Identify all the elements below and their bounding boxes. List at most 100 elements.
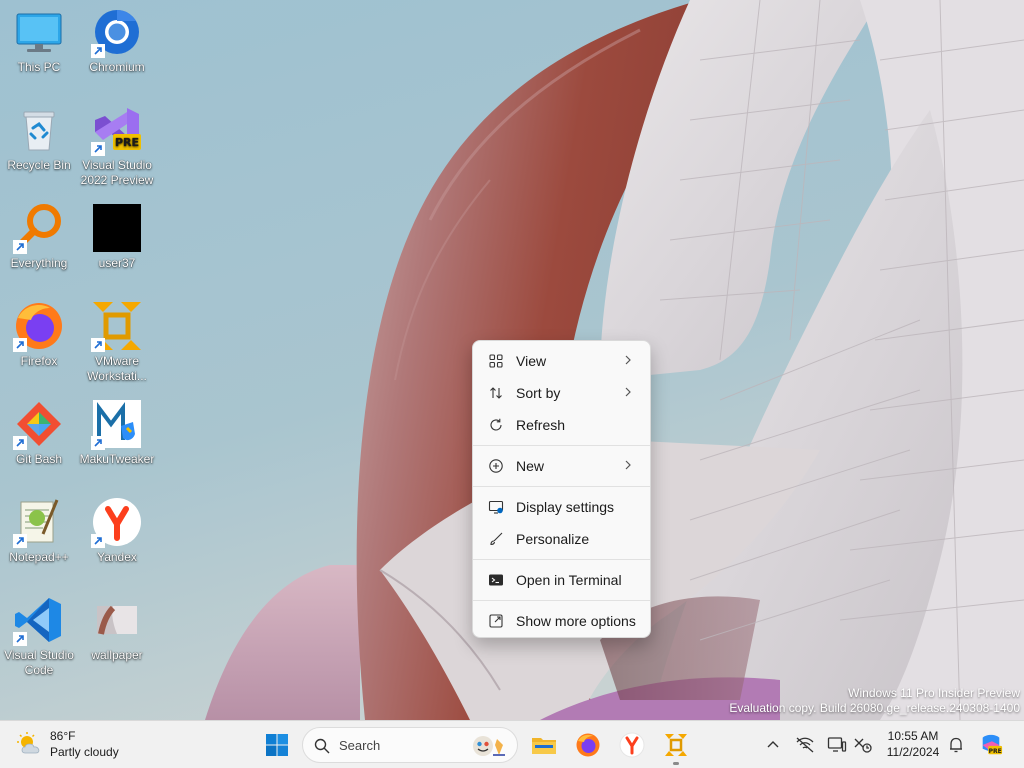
copilot-button[interactable]: PRE xyxy=(979,733,1003,757)
menu-item-show-more-options[interactable]: Show more options xyxy=(477,605,646,637)
recycle-bin-icon xyxy=(13,104,65,156)
taskbar-search-box[interactable]: Search xyxy=(302,727,518,763)
paintbrush-icon xyxy=(488,531,504,547)
desktop-icon[interactable]: VMware Workstati... xyxy=(78,298,156,390)
desktop-icon[interactable]: PRE Visual Studio 2022 Preview xyxy=(78,102,156,194)
menu-item-refresh[interactable]: Refresh xyxy=(477,409,646,441)
desktop-icon[interactable]: Notepad++ xyxy=(0,494,78,586)
show-hidden-icons-button[interactable] xyxy=(761,733,785,757)
desktop[interactable]: This PC Chromium Recycle Bin PRE Visual Stud… xyxy=(0,0,1024,768)
shortcut-arrow-icon xyxy=(13,436,27,450)
desktop-icon[interactable]: wallpaper xyxy=(78,592,156,684)
show-more-options-icon xyxy=(488,613,504,629)
svg-text:PRE: PRE xyxy=(989,748,1002,755)
desktop-context-menu: View Sort by Refresh New Display setting… xyxy=(472,340,651,638)
desktop-icon-label: Yandex xyxy=(97,550,137,564)
vscode-icon xyxy=(13,594,65,646)
image-file-icon xyxy=(91,594,143,646)
everything-search-icon xyxy=(13,202,65,254)
shortcut-arrow-icon xyxy=(13,240,27,254)
desktop-icon-label: Chromium xyxy=(89,60,145,74)
weather-widget[interactable]: 86°F Partly cloudy xyxy=(16,727,136,763)
svg-text:PRE: PRE xyxy=(115,136,139,149)
accessibility-tray[interactable] xyxy=(851,733,875,757)
taskbar-file-explorer[interactable] xyxy=(524,725,564,765)
desktop-icon-label: MakuTweaker xyxy=(79,452,155,466)
shortcut-arrow-icon xyxy=(91,534,105,548)
vmware-icon xyxy=(665,734,687,756)
start-button[interactable] xyxy=(257,725,297,765)
chevron-right-icon xyxy=(625,387,631,397)
menu-separator xyxy=(473,486,650,487)
watermark-build: Evaluation copy. Build 26080.ge_release.… xyxy=(729,701,1020,715)
desktop-icon[interactable]: Recycle Bin xyxy=(0,102,78,194)
chromium-icon xyxy=(91,6,143,58)
network-status[interactable] xyxy=(793,733,817,757)
terminal-icon xyxy=(488,572,504,588)
menu-item-label: New xyxy=(516,458,545,474)
monitor-icon xyxy=(13,6,65,58)
clock-time: 10:55 AM xyxy=(887,729,939,743)
desktop-icon[interactable]: This PC xyxy=(0,4,78,96)
menu-item-display-settings[interactable]: Display settings xyxy=(477,491,646,523)
network-disconnected-icon xyxy=(796,737,814,753)
menu-separator xyxy=(473,559,650,560)
desktop-icon[interactable]: user37 xyxy=(78,200,156,292)
yandex-browser-icon xyxy=(91,496,143,548)
visual-studio-preview-icon: PRE xyxy=(91,104,143,156)
firefox-icon xyxy=(13,300,65,352)
menu-item-view[interactable]: View xyxy=(477,345,646,377)
weather-condition: Partly cloudy xyxy=(50,745,119,759)
desktop-icon-label: wallpaper xyxy=(91,648,143,662)
desktop-icon-label: This PC xyxy=(17,60,61,74)
menu-item-label: Sort by xyxy=(516,385,561,401)
bell-icon xyxy=(950,737,962,753)
taskbar-firefox[interactable] xyxy=(568,725,608,765)
firefox-icon xyxy=(576,733,600,757)
menu-item-personalize[interactable]: Personalize xyxy=(477,523,646,555)
windows-evaluation-watermark: Windows 11 Pro Insider Preview Evaluatio… xyxy=(729,686,1020,716)
menu-item-sort-by[interactable]: Sort by xyxy=(477,377,646,409)
desktop-icon[interactable]: MakuTweaker xyxy=(78,396,156,488)
taskbar-clock[interactable]: 10:55 AM 11/2/2024 xyxy=(878,728,948,760)
menu-item-label: Personalize xyxy=(516,531,590,547)
notepad-plus-plus-icon xyxy=(13,496,65,548)
taskbar: 86°F Partly cloudy Search 10:55 AM 11/2/… xyxy=(0,720,1024,768)
menu-item-label: Open in Terminal xyxy=(516,572,622,588)
taskbar-yandex[interactable] xyxy=(612,725,652,765)
shortcut-arrow-icon xyxy=(91,142,105,156)
menu-item-label: View xyxy=(516,353,547,369)
running-indicator xyxy=(673,762,679,765)
shortcut-arrow-icon xyxy=(13,534,27,548)
shortcut-arrow-icon xyxy=(91,338,105,352)
desktop-icon[interactable]: Chromium xyxy=(78,4,156,96)
settings-status-icon xyxy=(854,738,872,753)
desktop-icon-label: Git Bash xyxy=(15,452,63,466)
desktop-icon-label: Recycle Bin xyxy=(7,158,71,172)
desktop-icon[interactable]: Git Bash xyxy=(0,396,78,488)
clock-date: 11/2/2024 xyxy=(886,745,940,759)
yandex-browser-icon xyxy=(619,732,645,758)
partly-cloudy-icon xyxy=(17,732,40,754)
desktop-icon[interactable]: Yandex xyxy=(78,494,156,586)
notifications-button[interactable] xyxy=(944,733,968,757)
chevron-right-icon xyxy=(625,355,631,365)
menu-item-new[interactable]: New xyxy=(477,450,646,482)
refresh-icon xyxy=(488,417,504,433)
desktop-icon[interactable]: Everything xyxy=(0,200,78,292)
menu-item-open-in-terminal[interactable]: Open in Terminal xyxy=(477,564,646,596)
vmware-icon xyxy=(91,300,143,352)
desktop-icon[interactable]: Firefox xyxy=(0,298,78,390)
shortcut-arrow-icon xyxy=(91,44,105,58)
chevron-right-icon xyxy=(625,460,631,470)
user-folder-icon xyxy=(91,202,143,254)
display-tray[interactable] xyxy=(825,733,849,757)
desktop-icon[interactable]: Visual Studio Code xyxy=(0,592,78,684)
windows-logo-icon xyxy=(266,734,288,756)
chevron-up-icon xyxy=(767,741,779,748)
watermark-edition: Windows 11 Pro Insider Preview xyxy=(848,686,1020,700)
desktop-icon-label: Everything xyxy=(10,256,68,270)
desktop-icon-label: Visual Studio Code xyxy=(4,648,74,677)
git-bash-icon xyxy=(13,398,65,450)
taskbar-vmware[interactable] xyxy=(656,725,696,765)
